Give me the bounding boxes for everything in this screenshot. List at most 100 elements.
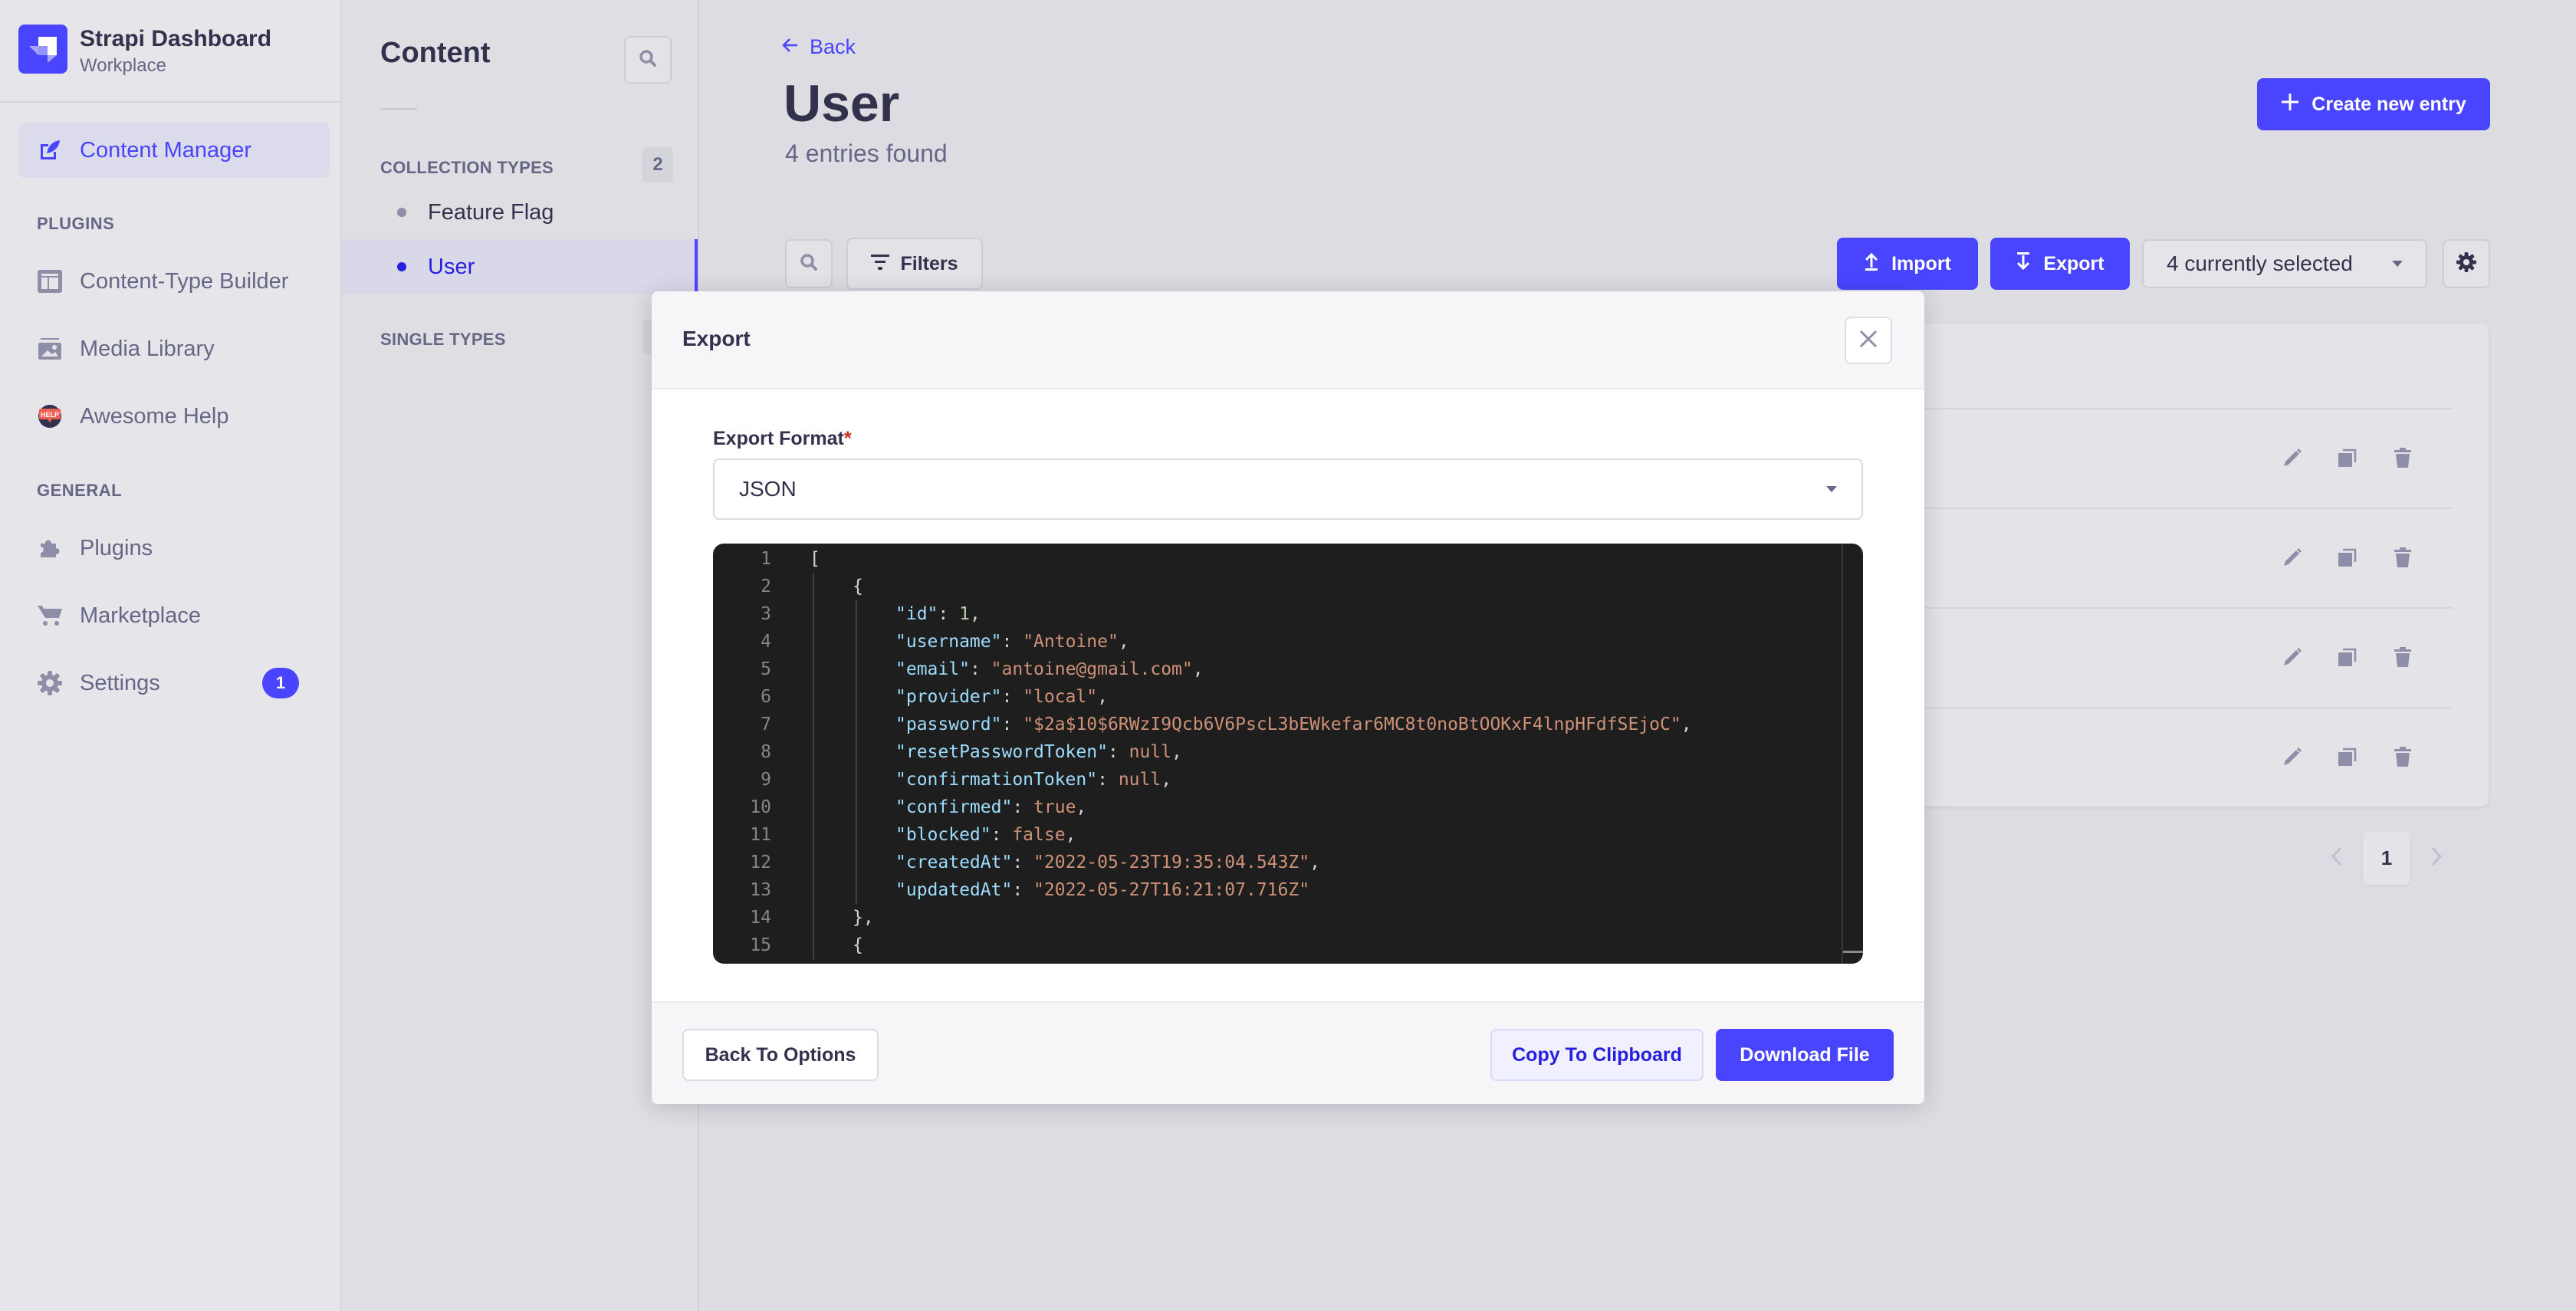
horizontal-scrollbar[interactable]	[1843, 951, 1863, 953]
filters-label: Filters	[900, 252, 958, 274]
code-text: "password": "$2a$10$6RWzI9Qcb6V6PscL3bEW…	[895, 715, 1692, 734]
filters-button[interactable]: Filters	[846, 238, 983, 290]
row-actions	[2279, 643, 2417, 671]
content-nav-item-label: User	[428, 254, 475, 279]
code-line: 8 "resetPasswordToken": null,	[713, 738, 1182, 766]
import-label: Import	[1891, 252, 1951, 274]
code-line: 2{	[713, 573, 863, 600]
export-format-select[interactable]: JSON	[713, 458, 1863, 520]
code-text: "id": 1,	[895, 604, 981, 624]
delete-icon[interactable]	[2389, 643, 2417, 671]
line-number: 9	[761, 770, 771, 790]
content-nav-item-feature-flag[interactable]: Feature Flag	[342, 185, 698, 240]
duplicate-icon[interactable]	[2334, 643, 2361, 671]
back-link[interactable]: Back	[782, 35, 856, 59]
chevron-down-icon	[1826, 486, 1837, 492]
copy-to-clipboard-button[interactable]: Copy To Clipboard	[1490, 1029, 1704, 1081]
bullet-icon	[397, 208, 406, 217]
line-number: 15	[750, 935, 771, 955]
create-new-entry-label: Create new entry	[2312, 93, 2466, 115]
duplicate-icon[interactable]	[2334, 544, 2361, 571]
chevron-down-icon	[2392, 261, 2403, 267]
puzzle-icon	[37, 535, 63, 561]
page-button-current[interactable]: 1	[2363, 831, 2410, 885]
code-line: 9 "confirmationToken": null,	[713, 766, 1171, 794]
line-number: 10	[750, 797, 771, 817]
row-actions	[2279, 444, 2417, 472]
sidebar-item-awesome-help[interactable]: HELP Awesome Help	[18, 389, 330, 444]
page-title: User	[784, 74, 900, 133]
image-icon	[37, 336, 63, 362]
code-text: "email": "antoine@gmail.com",	[895, 659, 1204, 679]
line-number: 3	[761, 604, 771, 624]
selected-entries-select[interactable]: 4 currently selected	[2142, 239, 2427, 288]
export-format-label-text: Export Format	[713, 428, 844, 449]
export-button[interactable]: Export	[1990, 238, 2130, 290]
indent-guide	[813, 573, 814, 959]
sidebar-item-settings[interactable]: Settings 1	[18, 656, 330, 711]
delete-icon[interactable]	[2389, 544, 2417, 571]
code-line: 11 "blocked": false,	[713, 821, 1076, 849]
content-nav-search-button[interactable]	[624, 36, 672, 84]
sidebar-item-content-type-builder[interactable]: Content-Type Builder	[18, 254, 330, 309]
code-line: 14},	[713, 904, 873, 932]
import-button[interactable]: Import	[1837, 238, 1978, 290]
edit-icon[interactable]	[2279, 643, 2306, 671]
code-line: 12 "createdAt": "2022-05-23T19:35:04.543Z…	[713, 849, 1320, 876]
download-file-button[interactable]: Download File	[1716, 1029, 1894, 1081]
edit-icon[interactable]	[2279, 743, 2306, 770]
brand-title: Strapi Dashboard	[80, 26, 272, 51]
delete-icon[interactable]	[2389, 743, 2417, 770]
line-number: 1	[761, 549, 771, 569]
selected-entries-value: 4 currently selected	[2167, 251, 2353, 275]
strapi-logo-icon[interactable]	[18, 25, 67, 74]
row-actions	[2279, 544, 2417, 571]
line-number: 8	[761, 742, 771, 762]
sidebar-item-content-manager[interactable]: Content Manager	[18, 123, 330, 178]
line-number: 4	[761, 632, 771, 652]
close-button[interactable]	[1845, 317, 1892, 364]
code-text: "updatedAt": "2022-05-27T16:21:07.716Z"	[895, 880, 1310, 900]
sidebar-item-marketplace[interactable]: Marketplace	[18, 588, 330, 643]
upload-icon	[1864, 252, 1891, 276]
back-to-options-button[interactable]: Back To Options	[682, 1029, 879, 1081]
layout-icon	[37, 268, 63, 294]
row-actions	[2279, 743, 2417, 770]
duplicate-icon[interactable]	[2334, 743, 2361, 770]
edit-icon[interactable]	[2279, 544, 2306, 571]
brand-subtitle: Workplace	[80, 55, 166, 76]
code-text: "username": "Antoine",	[895, 632, 1129, 652]
sidebar-item-label: Marketplace	[80, 603, 201, 628]
create-new-entry-button[interactable]: Create new entry	[2257, 78, 2490, 130]
code-text: },	[853, 908, 874, 928]
content-nav-item-user[interactable]: User	[342, 239, 698, 294]
sidebar-section-general: GENERAL	[37, 481, 123, 500]
sidebar-item-label: Media Library	[80, 336, 215, 361]
chevron-left-icon[interactable]	[2331, 846, 2343, 870]
content-nav-item-label: Feature Flag	[428, 199, 554, 225]
search-button[interactable]	[785, 239, 833, 288]
export-label: Export	[2043, 252, 2104, 274]
gear-icon	[37, 670, 63, 696]
sidebar-item-plugins[interactable]: Plugins	[18, 521, 330, 576]
code-line: 7 "password": "$2a$10$6RWzI9Qcb6V6PscL3bE…	[713, 711, 1691, 738]
duplicate-icon[interactable]	[2334, 444, 2361, 472]
line-number: 12	[750, 853, 771, 872]
gear-icon	[2456, 251, 2476, 276]
json-code-viewer[interactable]: 1[2{3 "id": 1, 4 "username": "Antoine", 5 "em…	[713, 544, 1863, 964]
code-text: "confirmed": true,	[895, 797, 1087, 817]
delete-icon[interactable]	[2389, 444, 2417, 472]
edit-icon[interactable]	[2279, 444, 2306, 472]
code-line: 5 "email": "antoine@gmail.com",	[713, 656, 1203, 683]
code-text: "blocked": false,	[895, 825, 1076, 845]
sidebar-item-media-library[interactable]: Media Library	[18, 321, 330, 376]
collection-types-heading: COLLECTION TYPES	[380, 158, 554, 177]
sidebar-item-label: Content-Type Builder	[80, 268, 289, 294]
table-settings-button[interactable]	[2443, 239, 2490, 288]
chevron-right-icon[interactable]	[2430, 846, 2443, 870]
content-nav-divider	[380, 108, 417, 110]
sidebar-item-label: Settings	[80, 670, 160, 695]
line-number: 14	[750, 908, 771, 928]
single-types-heading: SINGLE TYPES	[380, 330, 506, 349]
sidebar-item-label: Plugins	[80, 535, 153, 560]
